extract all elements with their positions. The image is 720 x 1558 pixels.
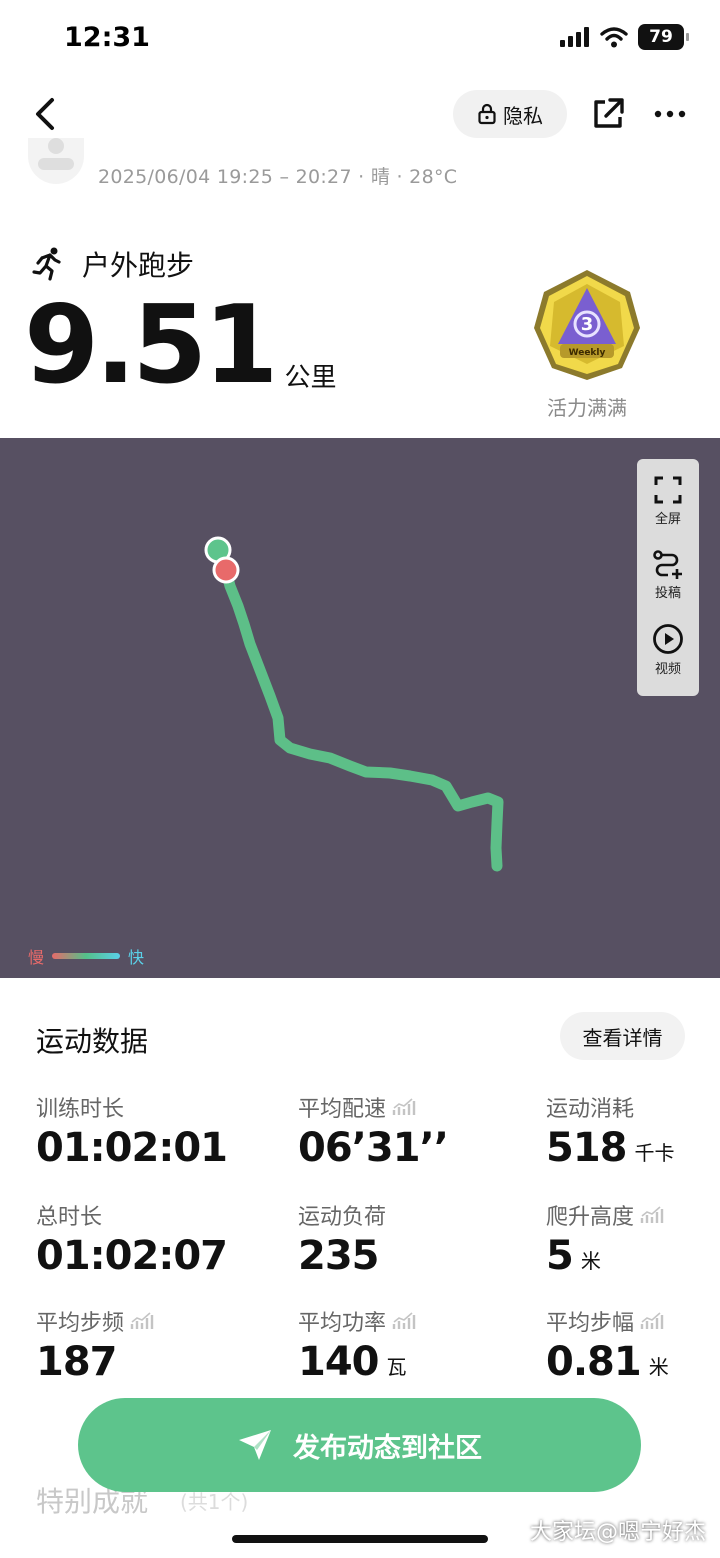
trend-chart-icon [130,1312,154,1329]
trend-chart-icon [392,1098,416,1115]
metric-unit: 瓦 [386,1355,407,1379]
sport-title: 户外跑步 [30,244,194,284]
metric-unit: 米 [648,1355,669,1379]
publish-label: 发布动态到社区 [293,1432,482,1464]
fullscreen-button[interactable]: 全屏 [637,475,699,545]
metric-label: 平均步幅 [546,1311,635,1336]
publish-to-community-button[interactable]: 发布动态到社区 [78,1398,641,1492]
route-submit-label: 投稿 [654,586,681,601]
metric-training-load: 运动负荷 235 [298,1200,528,1300]
metric-average-pace[interactable]: 平均配速 06’31’’ [298,1092,528,1192]
metric-average-stride[interactable]: 平均步幅 0.81 米 [546,1306,720,1406]
metric-label: 运动消耗 [546,1097,635,1122]
view-details-button[interactable]: 查看详情 [560,1012,685,1060]
wifi-icon [600,27,628,48]
metric-unit: 千卡 [634,1141,675,1165]
legend-gradient [52,953,121,959]
distance-unit: 公里 [284,363,337,393]
badge-number: 3 [581,314,594,335]
avatar-placeholder-icon [38,138,74,170]
route-submit-icon [653,550,682,579]
metric-average-power[interactable]: 平均功率 140 瓦 [298,1306,528,1406]
route-track [204,536,504,872]
metric-value: 01:02:07 [36,1233,228,1279]
stats-header: 运动数据 查看详情 [0,1008,720,1068]
metric-elevation-gain[interactable]: 爬升高度 5 米 [546,1200,720,1300]
pace-legend: 慢 快 [28,944,144,968]
lock-icon [478,103,496,125]
share-icon[interactable] [590,96,626,132]
send-icon [239,1430,271,1460]
metric-label: 爬升高度 [546,1205,635,1230]
cellular-signal-icon [560,27,589,47]
home-indicator[interactable] [232,1535,488,1543]
metric-training-duration: 训练时长 01:02:01 [36,1092,266,1192]
video-label: 视频 [654,662,681,677]
fullscreen-label: 全屏 [654,512,681,527]
play-video-icon [653,624,683,654]
metric-value: 140 [298,1339,379,1385]
metric-label: 平均功率 [298,1311,387,1336]
back-arrow-icon[interactable] [26,94,66,134]
route-submit-button[interactable]: 投稿 [637,549,699,619]
nav-bar: 隐私 [0,84,720,144]
route-map[interactable]: 全屏 投稿 视频 慢 快 [0,438,720,978]
metric-value: 01:02:01 [36,1125,228,1171]
metric-value: 0.81 [546,1339,642,1385]
distance-value: 9.51 [24,283,278,408]
running-icon [32,247,61,281]
status-bar: 12:31 79 [0,0,720,80]
distance-display: 9.51 公里 [24,292,336,400]
metric-label: 平均步频 [36,1311,125,1336]
metric-label: 训练时长 [36,1097,125,1122]
metric-value: 187 [36,1339,117,1385]
badge-label: 活力满满 [547,396,627,420]
fullscreen-icon [654,476,682,504]
metric-label: 运动负荷 [298,1205,387,1230]
metric-label: 总时长 [36,1205,103,1230]
metric-value: 235 [298,1233,379,1279]
record-header: 2025/06/04 19:25 – 20:27 · 晴 · 28°C [0,138,720,190]
avatar[interactable] [28,138,84,184]
video-button[interactable]: 视频 [637,623,699,693]
trend-chart-icon [640,1312,664,1329]
watermark: 大家坛@嗯宁好杰 [529,1520,706,1545]
route-end-marker [212,556,240,584]
status-time: 12:31 [64,22,150,53]
metric-unit: 米 [580,1249,601,1273]
sport-type: 户外跑步 [82,249,195,282]
legend-slow: 慢 [28,948,45,967]
status-icons: 79 [560,24,689,50]
metric-label: 平均配速 [298,1097,387,1122]
stats-title: 运动数据 [36,1025,149,1058]
metric-value: 06’31’’ [298,1125,449,1171]
more-options-icon[interactable] [650,96,690,132]
metric-value: 518 [546,1125,627,1171]
metric-total-duration: 总时长 01:02:07 [36,1200,266,1300]
badge-text: Weekly [569,348,606,358]
trend-chart-icon [640,1206,664,1223]
map-controls: 全屏 投稿 视频 [637,459,699,696]
metric-average-cadence[interactable]: 平均步频 187 [36,1306,266,1406]
privacy-label: 隐私 [503,103,543,128]
battery-indicator: 79 [638,24,689,50]
legend-fast: 快 [128,948,145,967]
metric-value: 5 [546,1233,574,1279]
trend-chart-icon [392,1312,416,1329]
metric-calories: 运动消耗 518 千卡 [546,1092,720,1192]
record-meta: 2025/06/04 19:25 – 20:27 · 晴 · 28°C [98,166,458,188]
weekly-badge-icon[interactable]: 3 Weekly [532,268,642,382]
privacy-button[interactable]: 隐私 [453,90,567,138]
